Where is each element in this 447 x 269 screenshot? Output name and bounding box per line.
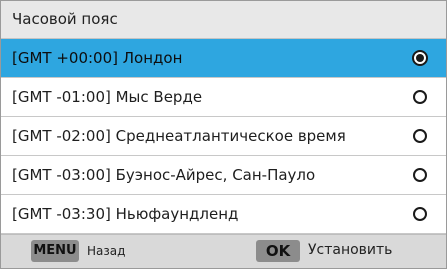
- timezone-list: [GMT +00:00] Лондон [GMT -01:00] Мыс Вер…: [1, 39, 446, 234]
- title-bar: Часовой пояс: [1, 1, 446, 39]
- timezone-option-mid-atlantic[interactable]: [GMT -02:00] Среднеатлантическое время: [1, 117, 446, 156]
- timezone-option-label: [GMT -03:00] Буэнос-Айрес, Сан-Пауло: [12, 166, 316, 184]
- timezone-option-newfoundland[interactable]: [GMT -03:30] Ньюфаундленд: [1, 195, 446, 234]
- timezone-option-label: [GMT -02:00] Среднеатлантическое время: [12, 127, 346, 145]
- radio-empty-icon[interactable]: [413, 129, 427, 143]
- timezone-option-london[interactable]: [GMT +00:00] Лондон: [1, 39, 446, 78]
- footer-bar: MENU Назад OK Установить: [1, 234, 446, 268]
- radio-empty-icon[interactable]: [413, 168, 427, 182]
- radio-selected-icon[interactable]: [412, 50, 428, 66]
- radio-empty-icon[interactable]: [413, 90, 427, 104]
- page-title: Часовой пояс: [12, 10, 118, 28]
- menu-key-button[interactable]: MENU: [31, 240, 79, 262]
- ok-key-button[interactable]: OK: [256, 240, 300, 262]
- timezone-dialog: Часовой пояс [GMT +00:00] Лондон [GMT -0…: [0, 0, 447, 269]
- timezone-option-buenos-aires[interactable]: [GMT -03:00] Буэнос-Айрес, Сан-Пауло: [1, 156, 446, 195]
- back-label: Назад: [87, 244, 126, 258]
- set-label: Установить: [308, 242, 393, 258]
- radio-empty-icon[interactable]: [413, 207, 427, 221]
- timezone-option-label: [GMT -01:00] Мыс Верде: [12, 88, 203, 106]
- timezone-option-label: [GMT +00:00] Лондон: [12, 49, 183, 67]
- timezone-option-label: [GMT -03:30] Ньюфаундленд: [12, 205, 239, 223]
- timezone-option-cape-verde[interactable]: [GMT -01:00] Мыс Верде: [1, 78, 446, 117]
